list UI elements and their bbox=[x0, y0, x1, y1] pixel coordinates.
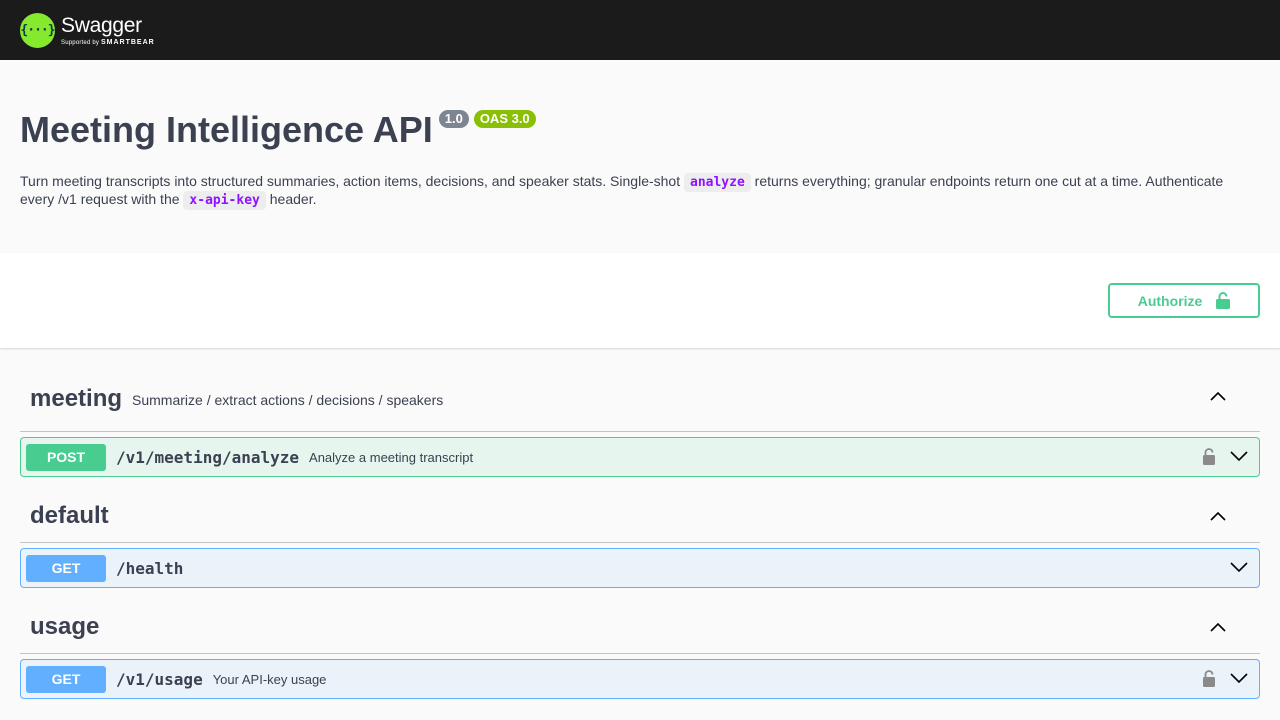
title-row: Meeting Intelligence API 1.0 OAS 3.0 bbox=[20, 110, 1260, 148]
operations-wrapper: meeting Summarize / extract actions / de… bbox=[0, 348, 1280, 699]
logo-subtitle: Supported by SMARTBEAR bbox=[61, 39, 155, 46]
desc-part-3: header. bbox=[265, 191, 317, 207]
chevron-up-icon[interactable] bbox=[1208, 386, 1228, 406]
swagger-logo[interactable]: {···} Swagger Supported by SMARTBEAR bbox=[20, 12, 155, 48]
operation-summary: Analyze a meeting transcript bbox=[309, 449, 474, 465]
chevron-up-icon[interactable] bbox=[1208, 617, 1228, 637]
operation-get-usage[interactable]: GET /v1/usage Your API-key usage bbox=[20, 659, 1260, 699]
chevron-down-icon[interactable] bbox=[1229, 668, 1249, 688]
method-badge: POST bbox=[26, 443, 106, 471]
version-badge: 1.0 bbox=[438, 110, 469, 128]
topbar: {···} Swagger Supported by SMARTBEAR bbox=[0, 0, 1280, 60]
chevron-up-icon[interactable] bbox=[1208, 506, 1228, 526]
logo-text: Swagger Supported by SMARTBEAR bbox=[61, 15, 155, 46]
desc-part-1: Turn meeting transcripts into structured… bbox=[20, 173, 684, 189]
api-title: Meeting Intelligence API bbox=[20, 109, 433, 150]
api-description: Turn meeting transcripts into structured… bbox=[20, 173, 1260, 210]
unlock-icon[interactable] bbox=[1199, 668, 1219, 688]
operation-controls bbox=[1199, 668, 1249, 688]
authorize-button[interactable]: Authorize bbox=[1108, 283, 1260, 318]
logo-name: Swagger bbox=[61, 13, 142, 37]
operation-summary: Your API-key usage bbox=[212, 671, 327, 687]
tag-default[interactable]: default bbox=[20, 477, 1260, 543]
operation-path: /health bbox=[116, 558, 184, 578]
logo-sub-brand: SMARTBEAR bbox=[100, 38, 155, 46]
tag-name: meeting bbox=[30, 384, 123, 412]
tag-description: Summarize / extract actions / decisions … bbox=[132, 391, 444, 408]
desc-code-api-key: x-api-key bbox=[183, 191, 266, 210]
oas-badge: OAS 3.0 bbox=[473, 110, 536, 128]
method-badge: GET bbox=[26, 665, 106, 693]
api-info: Meeting Intelligence API 1.0 OAS 3.0 Tur… bbox=[0, 60, 1280, 253]
operation-post-analyze[interactable]: POST /v1/meeting/analyze Analyze a meeti… bbox=[20, 437, 1260, 477]
unlock-icon bbox=[1216, 292, 1231, 309]
operation-controls bbox=[1229, 557, 1249, 577]
desc-code-analyze: analyze bbox=[684, 173, 751, 192]
swagger-logo-icon: {···} bbox=[20, 12, 56, 48]
chevron-down-icon[interactable] bbox=[1229, 557, 1249, 577]
chevron-down-icon[interactable] bbox=[1229, 446, 1249, 466]
tag-meeting[interactable]: meeting Summarize / extract actions / de… bbox=[20, 348, 1260, 432]
unlock-icon[interactable] bbox=[1199, 446, 1219, 466]
operation-path: /v1/meeting/analyze bbox=[116, 447, 300, 467]
method-badge: GET bbox=[26, 554, 106, 582]
logo-sub-prefix: Supported by bbox=[61, 39, 100, 46]
operation-get-health[interactable]: GET /health bbox=[20, 548, 1260, 588]
operation-controls bbox=[1199, 446, 1249, 466]
scheme-container: Authorize bbox=[0, 253, 1280, 348]
operation-path: /v1/usage bbox=[116, 669, 203, 689]
tag-usage[interactable]: usage bbox=[20, 588, 1260, 654]
tag-name: default bbox=[30, 502, 109, 529]
authorize-label: Authorize bbox=[1137, 292, 1203, 309]
tag-name: usage bbox=[30, 613, 100, 640]
